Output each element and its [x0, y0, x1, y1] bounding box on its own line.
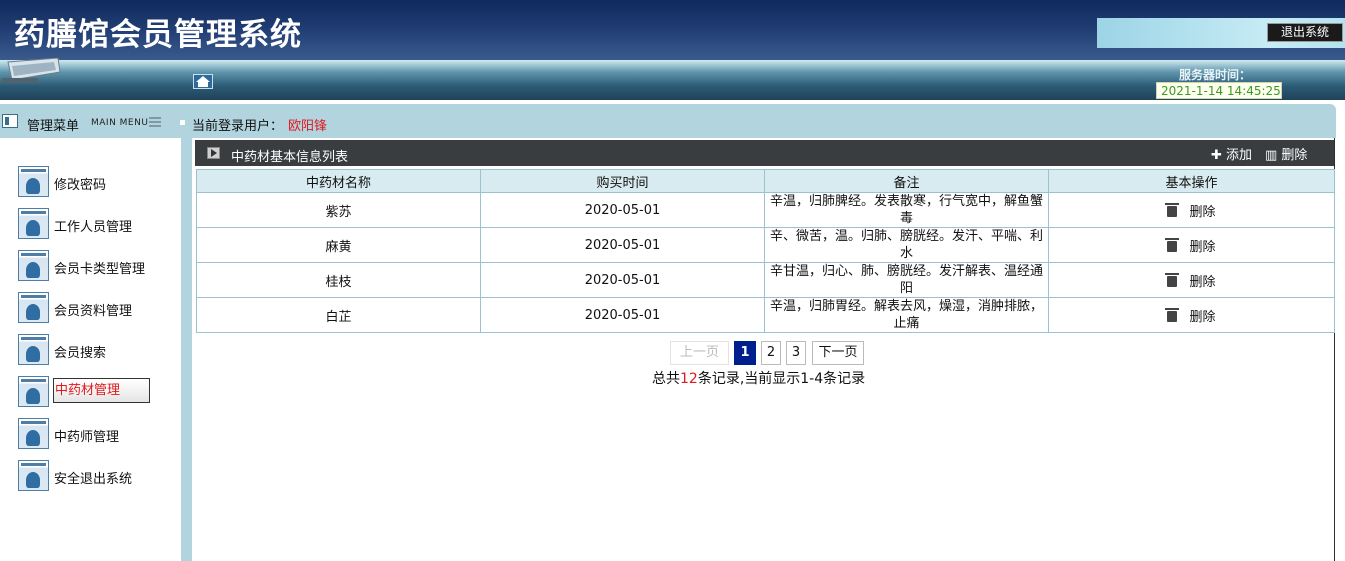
- purchase-date: 2020-05-01: [480, 227, 765, 263]
- actions-cell: 删除: [1048, 297, 1335, 333]
- page-3-button[interactable]: 3: [786, 341, 806, 365]
- row-delete-button[interactable]: 删除: [1165, 307, 1216, 325]
- row-delete-button[interactable]: 删除: [1165, 202, 1216, 220]
- prev-page-button[interactable]: 上一页: [670, 341, 729, 365]
- column-header-name: 中药材名称: [196, 169, 481, 193]
- herb-table: 中药材名称 购买时间 备注 基本操作 紫苏 2020-05-01 辛温，归肺脾经…: [196, 169, 1335, 333]
- record-summary: 总共12条记录,当前显示1-4条记录: [652, 368, 865, 388]
- window-user-icon: [18, 166, 49, 197]
- actions-cell: 删除: [1048, 192, 1335, 228]
- sidebar-item-label: 会员资料管理: [54, 304, 133, 319]
- sidebar-item-label: 安全退出系统: [54, 472, 133, 487]
- exit-system-button[interactable]: 退出系统: [1267, 23, 1343, 42]
- row-delete-label: 删除: [1189, 309, 1216, 325]
- table-header-row: 中药材名称 购买时间 备注 基本操作: [196, 169, 1335, 193]
- trash-icon: [1165, 202, 1180, 217]
- herb-name: 麻黄: [196, 227, 481, 263]
- column-header-remark: 备注: [764, 169, 1049, 193]
- sidebar-item-member-profiles[interactable]: 会员资料管理: [18, 292, 158, 323]
- trash-icon: [1165, 272, 1180, 287]
- sidebar-item-herbalists[interactable]: 中药师管理: [18, 418, 158, 449]
- window-user-icon: [18, 292, 49, 323]
- actions-cell: 删除: [1048, 227, 1335, 263]
- app-title: 药膳馆会员管理系统: [14, 17, 302, 53]
- panel-header: 中药材基本信息列表 ✚ 添加 ▥ 删除: [195, 140, 1334, 166]
- herb-name: 桂枝: [196, 262, 481, 298]
- content-right-margin: [1335, 138, 1345, 561]
- add-button[interactable]: ✚ 添加: [1211, 144, 1252, 163]
- actions-cell: 删除: [1048, 262, 1335, 298]
- top-header: 药膳馆会员管理系统 退出系统: [0, 0, 1345, 60]
- home-icon: [196, 76, 210, 87]
- herb-remark: 辛、微苦，温。归肺、膀胱经。发汗、平喘、利水: [764, 227, 1049, 263]
- window-user-icon: [18, 418, 49, 449]
- purchase-date: 2020-05-01: [480, 192, 765, 228]
- row-delete-button[interactable]: 删除: [1165, 272, 1216, 290]
- row-delete-label: 删除: [1189, 204, 1216, 220]
- table-row: 白芷 2020-05-01 辛温，归肺胃经。解表去风，燥湿，消肿排脓，止痛 删除: [196, 297, 1335, 333]
- monitor-icon: [2, 58, 61, 83]
- herb-remark: 辛温，归肺脾经。发表散寒，行气宽中，解鱼蟹毒: [764, 192, 1049, 228]
- sidebar-item-label: 修改密码: [54, 178, 107, 193]
- column-header-date: 购买时间: [480, 169, 765, 193]
- record-count: 12: [680, 371, 698, 387]
- herb-remark: 辛甘温，归心、肺、膀胱经。发汗解表、温经通阳: [764, 262, 1049, 298]
- table-row: 桂枝 2020-05-01 辛甘温，归心、肺、膀胱经。发汗解表、温经通阳 删除: [196, 262, 1335, 298]
- menu-toggle-icon[interactable]: [149, 117, 161, 127]
- sidebar-separator: [181, 138, 192, 561]
- sidebar-item-staff[interactable]: 工作人员管理: [18, 208, 158, 239]
- summary-prefix: 总共: [652, 371, 680, 387]
- sidebar-item-label: 工作人员管理: [54, 220, 133, 235]
- delete-button[interactable]: ▥ 删除: [1265, 144, 1307, 163]
- page-1-button[interactable]: 1: [734, 341, 756, 365]
- page-2-button[interactable]: 2: [761, 341, 781, 365]
- menu-title-en: MAIN MENU: [91, 118, 149, 128]
- window-user-icon: [18, 334, 49, 365]
- panel-title: 中药材基本信息列表: [231, 150, 349, 165]
- summary-suffix: 条记录,当前显示1-4条记录: [697, 371, 866, 387]
- server-time-value: 2021-1-14 14:45:25: [1156, 82, 1282, 99]
- window-user-icon: [18, 460, 49, 491]
- menu-title: 管理菜单: [27, 119, 80, 134]
- window-user-icon: [18, 208, 49, 239]
- sidebar-item-herbs[interactable]: 中药材管理: [18, 376, 158, 407]
- sidebar-item-member-search[interactable]: 会员搜索: [18, 334, 158, 365]
- bullet-icon: [180, 120, 185, 125]
- sidebar-item-label: 中药师管理: [54, 430, 120, 445]
- next-page-button[interactable]: 下一页: [812, 341, 864, 365]
- trash-icon: [1165, 307, 1180, 322]
- herb-remark: 辛温，归肺胃经。解表去风，燥湿，消肿排脓，止痛: [764, 297, 1049, 333]
- sidebar-item-change-password[interactable]: 修改密码: [18, 166, 158, 197]
- table-row: 麻黄 2020-05-01 辛、微苦，温。归肺、膀胱经。发汗、平喘、利水 删除: [196, 227, 1335, 263]
- sidebar-item-label: 会员卡类型管理: [54, 262, 146, 277]
- row-delete-button[interactable]: 删除: [1165, 237, 1216, 255]
- current-user-label: 当前登录用户：: [192, 119, 284, 134]
- purchase-date: 2020-05-01: [480, 297, 765, 333]
- sidebar-item-card-types[interactable]: 会员卡类型管理: [18, 250, 158, 281]
- server-time-label: 服务器时间：: [1179, 68, 1252, 82]
- column-header-actions: 基本操作: [1048, 169, 1335, 193]
- window-user-icon: [18, 250, 49, 281]
- sidebar-item-logout[interactable]: 安全退出系统: [18, 460, 158, 491]
- menu-icon: [2, 114, 18, 128]
- herb-name: 紫苏: [196, 192, 481, 228]
- play-icon: [207, 147, 220, 159]
- sidebar-item-label: 中药材管理: [53, 378, 150, 403]
- current-user-name: 欧阳锋: [288, 119, 328, 134]
- trash-icon: [1165, 237, 1180, 252]
- home-button[interactable]: [193, 74, 213, 89]
- herb-name: 白芷: [196, 297, 481, 333]
- window-user-icon: [18, 376, 49, 407]
- sidebar: 修改密码 工作人员管理 会员卡类型管理 会员资料管理 会员搜索 中药材管理 中药…: [0, 138, 181, 561]
- table-row: 紫苏 2020-05-01 辛温，归肺脾经。发表散寒，行气宽中，解鱼蟹毒 删除: [196, 192, 1335, 228]
- row-delete-label: 删除: [1189, 274, 1216, 290]
- sidebar-item-label: 会员搜索: [54, 346, 107, 361]
- purchase-date: 2020-05-01: [480, 262, 765, 298]
- row-delete-label: 删除: [1189, 239, 1216, 255]
